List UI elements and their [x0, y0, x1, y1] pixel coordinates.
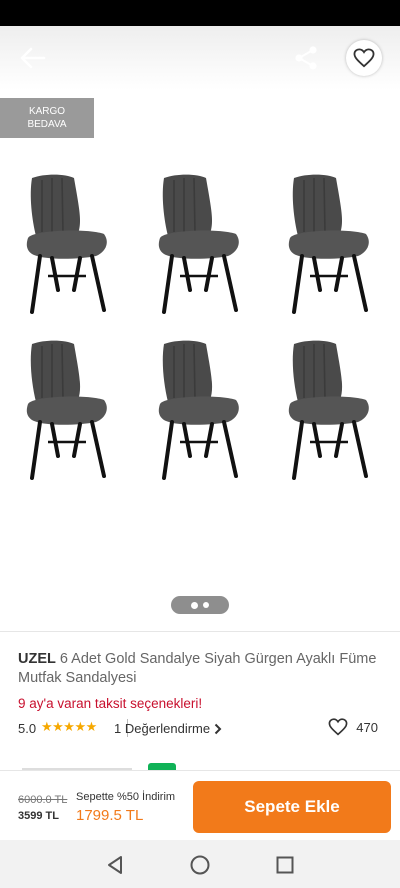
chair-image: [158, 174, 239, 314]
gallery-pager[interactable]: [171, 596, 229, 614]
triangle-back-icon[interactable]: [104, 854, 126, 876]
reviews-link[interactable]: 1 Değerlendirme: [114, 721, 222, 736]
heart-outline-icon: [328, 718, 348, 736]
chair-image: [288, 174, 369, 314]
system-nav-bar: [0, 840, 400, 888]
heart-outline-icon: [353, 48, 375, 68]
seller-score-badge: [148, 763, 176, 770]
next-section-peek: [0, 760, 400, 770]
old-price: 6000.0 TL: [18, 794, 68, 806]
rating-score: 5.0: [18, 721, 37, 736]
pager-dot: [203, 602, 209, 608]
favorites-count[interactable]: 470: [328, 718, 378, 736]
add-to-cart-button[interactable]: Sepete Ekle: [193, 781, 391, 833]
installment-link[interactable]: 9 ay'a varan taksit seçenekleri!: [18, 696, 202, 711]
chair-image: [158, 340, 239, 480]
bottom-action-bar: 6000.0 TL 3599 TL Sepette %50 İndirim 17…: [0, 770, 400, 841]
chair-image: [288, 340, 369, 480]
circle-home-icon[interactable]: [189, 854, 211, 876]
chevron-right-icon: [214, 723, 222, 734]
free-shipping-badge: KARGO BEDAVA: [0, 98, 94, 138]
square-recents-icon[interactable]: [274, 854, 296, 876]
favorites-number: 470: [356, 719, 378, 735]
arrow-left-icon[interactable]: [18, 46, 46, 70]
status-bar: [0, 0, 400, 26]
product-brand[interactable]: UZEL: [18, 651, 56, 667]
chair-image: [26, 174, 107, 314]
product-title: UZEL 6 Adet Gold Sandalye Siyah Gürgen A…: [18, 650, 378, 688]
pager-dot-active: [191, 601, 198, 609]
share-icon[interactable]: [292, 44, 320, 72]
current-price: 3599 TL: [18, 810, 59, 822]
top-bar: [0, 26, 400, 90]
basket-price: 1799.5 TL: [76, 807, 144, 824]
chair-image: [26, 340, 107, 480]
product-name: 6 Adet Gold Sandalye Siyah Gürgen Ayaklı…: [18, 651, 377, 686]
product-image-gallery[interactable]: KARGO BEDAVA: [0, 90, 400, 630]
rating-row: 5.0 ★★★★★ 1 Değerlendirme 470: [18, 718, 382, 738]
basket-discount-label: Sepette %50 İndirim: [76, 791, 176, 803]
reviews-label: 1 Değerlendirme: [114, 721, 211, 736]
divider: [0, 631, 400, 632]
rating-stars: ★★★★★: [41, 719, 97, 734]
favorite-button[interactable]: [346, 40, 382, 76]
